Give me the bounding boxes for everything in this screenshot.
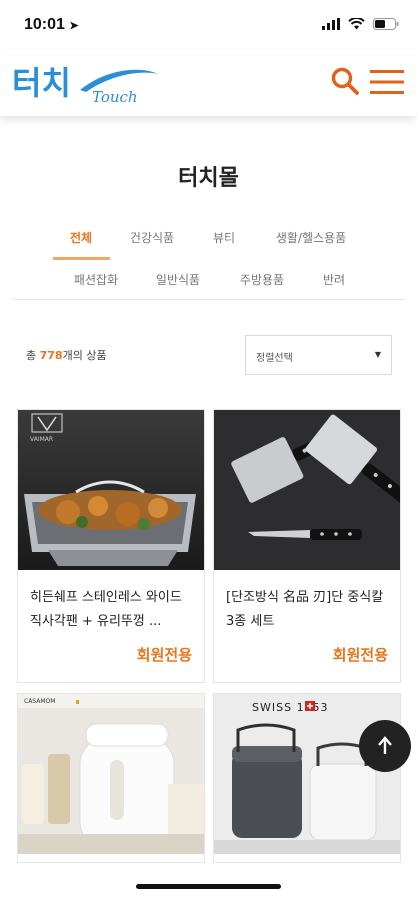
scroll-top-button[interactable] (359, 720, 411, 772)
wifi-icon (348, 18, 365, 30)
signal-icon (322, 18, 340, 30)
product-card[interactable]: VAIMAR 히든쉐프 스테인레스 와이드 직사각팬 + 유리뚜껑 ... 회원… (17, 409, 205, 683)
product-card[interactable]: CASAMOM (17, 693, 205, 863)
category-tab-beauty[interactable]: 뷰티 (213, 229, 235, 246)
category-tab-general-food[interactable]: 일반식품 (156, 271, 200, 288)
product-image (214, 410, 400, 570)
home-indicator (136, 884, 281, 889)
category-tab-living-health[interactable]: 생활/헬스용품 (276, 229, 346, 246)
svg-text:Touch: Touch (92, 88, 138, 106)
category-tab-all[interactable]: 전체 (70, 229, 92, 246)
product-price: 회원전용 (136, 646, 192, 664)
status-time: 10:01 ➤ (24, 16, 79, 33)
battery-icon (373, 18, 399, 30)
arrow-up-icon (378, 736, 392, 754)
sort-select[interactable]: 정렬선택 ▼ (245, 335, 392, 375)
product-card[interactable]: [단조방식 名品 刃]단 중식칼 3종 세트 회원전용 (213, 409, 401, 683)
svg-text:터치: 터치 (12, 64, 71, 102)
status-bar: 10:01 ➤ (0, 0, 417, 50)
logo-image: 터치 Touch (12, 64, 158, 106)
app-header: 터치 Touch (0, 50, 417, 116)
product-count: 총 778개의 상품 (26, 349, 107, 362)
brand-logo-text: SWISS 1753 (252, 701, 329, 714)
search-button[interactable] (330, 66, 360, 96)
product-image: SWISS 1753 (214, 694, 400, 854)
active-tab-underline (53, 257, 110, 260)
status-icons (322, 18, 399, 30)
category-tab-pet[interactable]: 반려 (323, 271, 345, 288)
product-price: 회원전용 (332, 646, 388, 664)
chevron-down-icon: ▼ (374, 350, 381, 359)
divider (12, 299, 405, 300)
product-name[interactable]: 히든쉐프 스테인레스 와이드 직사각팬 + 유리뚜껑 ... (30, 586, 194, 634)
brand-logo-text: CASAMOM (24, 698, 55, 705)
brand-logo-text: VAIMAR (30, 436, 53, 443)
product-card[interactable]: SWISS 1753 (213, 693, 401, 863)
category-tab-health-food[interactable]: 건강식품 (130, 229, 174, 246)
product-image: CASAMOM (18, 694, 204, 854)
hamburger-menu-icon (370, 70, 404, 94)
search-icon (331, 67, 359, 95)
product-image: VAIMAR (18, 410, 204, 570)
menu-button[interactable] (370, 70, 404, 94)
category-tab-kitchen[interactable]: 주방용품 (240, 271, 284, 288)
product-name[interactable]: [단조방식 名品 刃]단 중식칼 3종 세트 (226, 586, 390, 634)
sort-select-value: 정렬선택 (256, 353, 293, 364)
page-title: 터치몰 (178, 166, 239, 191)
logo[interactable]: 터치 Touch (12, 60, 162, 106)
category-tab-fashion[interactable]: 패션잡화 (74, 271, 118, 288)
